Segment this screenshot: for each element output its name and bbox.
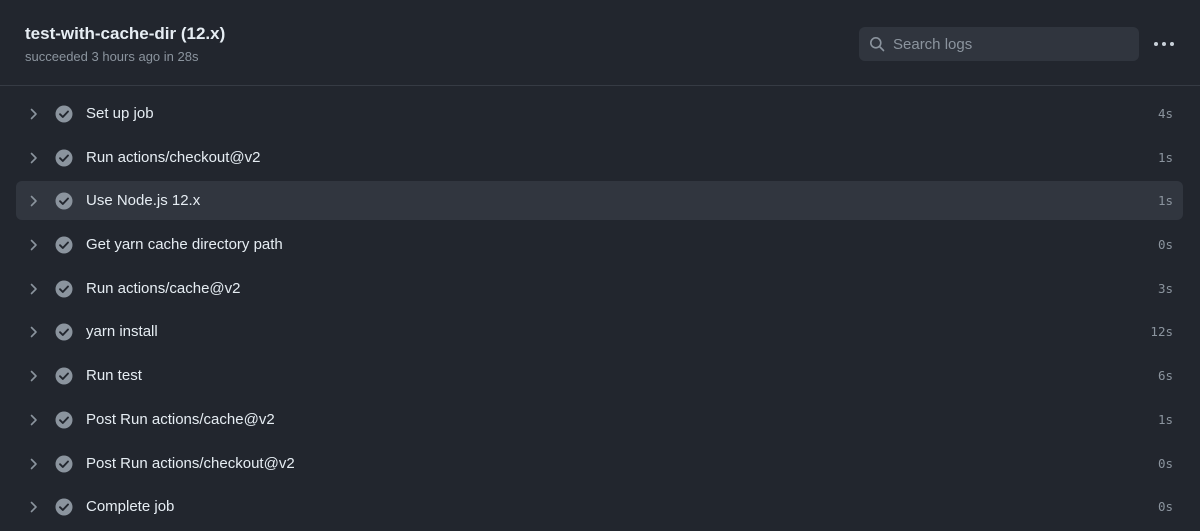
check-circle-icon: [55, 323, 73, 341]
check-circle-icon: [55, 192, 73, 210]
step-label: yarn install: [86, 323, 158, 341]
chevron-right-icon[interactable]: [28, 108, 40, 120]
step-label: Get yarn cache directory path: [86, 236, 283, 254]
step-row[interactable]: Post Run actions/checkout@v2 0s: [16, 444, 1183, 483]
step-duration: 12s: [1150, 324, 1173, 340]
chevron-right-icon[interactable]: [28, 152, 40, 164]
search-logs-input[interactable]: [893, 27, 1129, 61]
step-row[interactable]: Run test 6s: [16, 356, 1183, 395]
chevron-right-icon[interactable]: [28, 458, 40, 470]
step-label: Post Run actions/checkout@v2: [86, 454, 295, 472]
step-label: Set up job: [86, 105, 154, 122]
step-row[interactable]: Complete job 0s: [16, 487, 1183, 526]
step-duration: 0s: [1157, 499, 1173, 515]
chevron-right-icon[interactable]: [28, 283, 40, 295]
check-circle-icon: [55, 498, 73, 516]
check-circle-icon: [55, 105, 73, 123]
step-row[interactable]: yarn install 12s: [16, 312, 1183, 351]
step-row[interactable]: Run actions/cache@v2 3s: [16, 269, 1183, 308]
step-label: Complete job: [86, 498, 175, 516]
check-circle-icon: [55, 280, 73, 298]
step-label: Use Node.js 12.x: [86, 192, 201, 210]
step-row[interactable]: Post Run actions/cache@v2 1s: [16, 400, 1183, 439]
chevron-right-icon[interactable]: [28, 239, 40, 251]
step-row[interactable]: Use Node.js 12.x 1s: [16, 181, 1183, 221]
step-duration: 6s: [1157, 368, 1173, 384]
step-row[interactable]: Set up job 4s: [16, 94, 1183, 133]
job-title: test-with-cache-dir (12.x): [25, 24, 226, 43]
step-label: Run actions/checkout@v2: [86, 148, 261, 166]
search-logs-box[interactable]: [859, 27, 1139, 61]
step-duration: 1s: [1157, 149, 1173, 165]
steps-list: Set up job 4s Run actions/checkout@v2 1s Use…: [16, 94, 1183, 531]
step-duration: 1s: [1157, 193, 1173, 209]
step-duration: 0s: [1157, 455, 1173, 471]
step-label: Post Run actions/cache@v2: [86, 410, 275, 428]
chevron-right-icon[interactable]: [28, 326, 40, 338]
step-duration: 3s: [1157, 280, 1173, 296]
job-header: test-with-cache-dir (12.x) succeeded 3 h…: [0, 0, 1200, 86]
check-circle-icon: [55, 455, 73, 472]
search-icon: [870, 37, 885, 52]
chevron-right-icon[interactable]: [28, 501, 40, 513]
step-duration: 1s: [1157, 411, 1173, 427]
chevron-right-icon[interactable]: [28, 370, 40, 382]
check-circle-icon: [55, 149, 73, 167]
step-label: Run test: [86, 367, 142, 385]
step-row[interactable]: Get yarn cache directory path 0s: [16, 225, 1183, 264]
step-row[interactable]: Run actions/checkout@v2 1s: [16, 138, 1183, 177]
check-circle-icon: [55, 367, 73, 385]
step-duration: 4s: [1157, 106, 1173, 121]
kebab-horizontal-icon[interactable]: [1152, 34, 1176, 54]
check-circle-icon: [55, 236, 73, 254]
check-circle-icon: [55, 411, 73, 429]
step-duration: 0s: [1157, 237, 1173, 253]
step-label: Run actions/cache@v2: [86, 279, 241, 297]
job-status: succeeded 3 hours ago in 28s: [25, 49, 199, 64]
chevron-right-icon[interactable]: [28, 414, 40, 426]
chevron-right-icon[interactable]: [28, 195, 40, 207]
